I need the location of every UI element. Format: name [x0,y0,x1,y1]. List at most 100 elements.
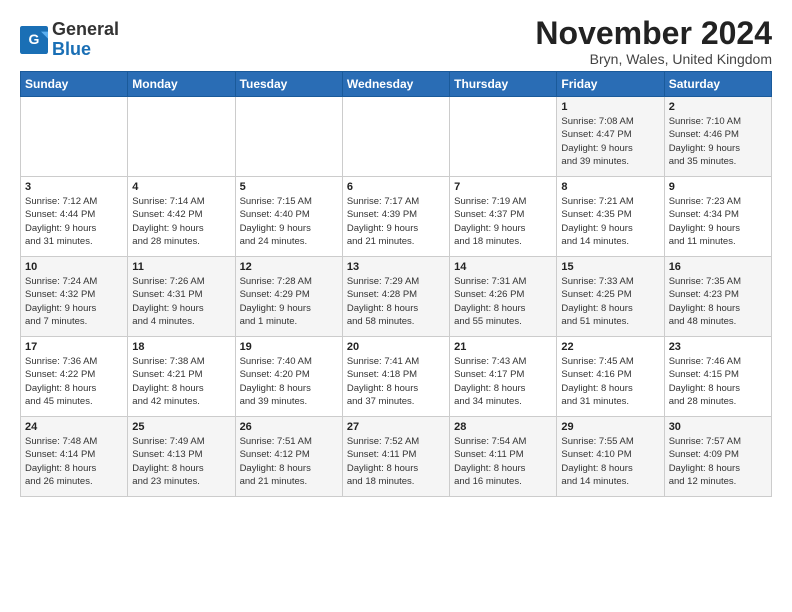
day-number: 19 [240,341,338,353]
calendar-cell: 25Sunrise: 7:49 AMSunset: 4:13 PMDayligh… [128,417,235,497]
day-number: 16 [669,261,767,273]
day-info: Sunrise: 7:51 AMSunset: 4:12 PMDaylight:… [240,435,338,488]
calendar-cell: 22Sunrise: 7:45 AMSunset: 4:16 PMDayligh… [557,337,664,417]
day-info: Sunrise: 7:48 AMSunset: 4:14 PMDaylight:… [25,435,123,488]
day-info: Sunrise: 7:45 AMSunset: 4:16 PMDaylight:… [561,355,659,408]
day-info: Sunrise: 7:57 AMSunset: 4:09 PMDaylight:… [669,435,767,488]
day-number: 24 [25,421,123,433]
day-info: Sunrise: 7:40 AMSunset: 4:20 PMDaylight:… [240,355,338,408]
day-info: Sunrise: 7:08 AMSunset: 4:47 PMDaylight:… [561,115,659,168]
day-info: Sunrise: 7:10 AMSunset: 4:46 PMDaylight:… [669,115,767,168]
day-info: Sunrise: 7:38 AMSunset: 4:21 PMDaylight:… [132,355,230,408]
calendar-cell: 29 Sunrise: 7:55 AMSunset: 4:10 PMDayligh… [557,417,664,497]
day-info: Sunrise: 7:31 AMSunset: 4:26 PMDaylight:… [454,275,552,328]
day-number: 4 [132,181,230,193]
day-info: Sunrise: 7:33 AMSunset: 4:25 PMDaylight:… [561,275,659,328]
logo-line2: Blue [52,40,119,60]
day-number: 20 [347,341,445,353]
day-number: 15 [561,261,659,273]
month-title: November 2024 [535,16,772,51]
calendar-cell: 15 Sunrise: 7:33 AMSunset: 4:25 PMDayligh… [557,257,664,337]
day-number: 26 [240,421,338,433]
calendar-cell: 26 Sunrise: 7:51 AMSunset: 4:12 PMDayligh… [235,417,342,497]
day-info: Sunrise: 7:14 AMSunset: 4:42 PMDaylight:… [132,195,230,248]
day-info: Sunrise: 7:36 AMSunset: 4:22 PMDaylight:… [25,355,123,408]
calendar-table: SundayMondayTuesdayWednesdayThursdayFrid… [20,71,772,497]
day-info: Sunrise: 7:21 AMSunset: 4:35 PMDaylight:… [561,195,659,248]
header-day-sunday: Sunday [21,72,128,97]
calendar-cell: 20 Sunrise: 7:41 AMSunset: 4:18 PMDayligh… [342,337,449,417]
day-number: 12 [240,261,338,273]
calendar-cell: 14Sunrise: 7:31 AMSunset: 4:26 PMDayligh… [450,257,557,337]
day-number: 3 [25,181,123,193]
day-number: 6 [347,181,445,193]
calendar-cell: 12Sunrise: 7:28 AMSunset: 4:29 PMDayligh… [235,257,342,337]
logo-line1: General [52,20,119,40]
header-day-friday: Friday [557,72,664,97]
day-info: Sunrise: 7:55 AMSunset: 4:10 PMDaylight:… [561,435,659,488]
calendar-cell: 21Sunrise: 7:43 AMSunset: 4:17 PMDayligh… [450,337,557,417]
day-info: Sunrise: 7:23 AMSunset: 4:34 PMDaylight:… [669,195,767,248]
header-day-saturday: Saturday [664,72,771,97]
page: G General Blue November 2024 Bryn, Wales… [0,0,792,507]
day-number: 1 [561,101,659,113]
day-info: Sunrise: 7:15 AMSunset: 4:40 PMDaylight:… [240,195,338,248]
day-number: 18 [132,341,230,353]
calendar-cell: 13 Sunrise: 7:29 AMSunset: 4:28 PMDayligh… [342,257,449,337]
day-number: 17 [25,341,123,353]
calendar-cell: 17 Sunrise: 7:36 AMSunset: 4:22 PMDayligh… [21,337,128,417]
day-info: Sunrise: 7:24 AMSunset: 4:32 PMDaylight:… [25,275,123,328]
calendar-cell [450,97,557,177]
calendar-cell: 2 Sunrise: 7:10 AMSunset: 4:46 PMDaylight… [664,97,771,177]
day-number: 5 [240,181,338,193]
calendar-cell [21,97,128,177]
week-row-3: 10 Sunrise: 7:24 AMSunset: 4:32 PMDayligh… [21,257,772,337]
day-number: 30 [669,421,767,433]
day-number: 7 [454,181,552,193]
day-info: Sunrise: 7:35 AMSunset: 4:23 PMDaylight:… [669,275,767,328]
day-info: Sunrise: 7:26 AMSunset: 4:31 PMDaylight:… [132,275,230,328]
calendar-cell: 9 Sunrise: 7:23 AMSunset: 4:34 PMDaylight… [664,177,771,257]
week-row-2: 3Sunrise: 7:12 AMSunset: 4:44 PMDaylight… [21,177,772,257]
calendar-cell: 27Sunrise: 7:52 AMSunset: 4:11 PMDayligh… [342,417,449,497]
day-number: 23 [669,341,767,353]
day-number: 11 [132,261,230,273]
calendar-cell: 1 Sunrise: 7:08 AMSunset: 4:47 PMDaylight… [557,97,664,177]
calendar-cell: 11 Sunrise: 7:26 AMSunset: 4:31 PMDayligh… [128,257,235,337]
day-info: Sunrise: 7:54 AMSunset: 4:11 PMDaylight:… [454,435,552,488]
day-info: Sunrise: 7:17 AMSunset: 4:39 PMDaylight:… [347,195,445,248]
day-number: 28 [454,421,552,433]
calendar-cell: 24 Sunrise: 7:48 AMSunset: 4:14 PMDayligh… [21,417,128,497]
calendar-cell: 19 Sunrise: 7:40 AMSunset: 4:20 PMDayligh… [235,337,342,417]
header-day-wednesday: Wednesday [342,72,449,97]
day-number: 2 [669,101,767,113]
calendar-cell: 6 Sunrise: 7:17 AMSunset: 4:39 PMDaylight… [342,177,449,257]
header: G General Blue November 2024 Bryn, Wales… [20,16,772,67]
calendar-cell: 18 Sunrise: 7:38 AMSunset: 4:21 PMDayligh… [128,337,235,417]
logo-icon: G [20,26,48,54]
day-info: Sunrise: 7:49 AMSunset: 4:13 PMDaylight:… [132,435,230,488]
day-number: 8 [561,181,659,193]
calendar-cell [235,97,342,177]
week-row-4: 17 Sunrise: 7:36 AMSunset: 4:22 PMDayligh… [21,337,772,417]
day-number: 13 [347,261,445,273]
calendar-cell: 7 Sunrise: 7:19 AMSunset: 4:37 PMDaylight… [450,177,557,257]
day-info: Sunrise: 7:29 AMSunset: 4:28 PMDaylight:… [347,275,445,328]
calendar-cell: 4 Sunrise: 7:14 AMSunset: 4:42 PMDaylight… [128,177,235,257]
day-info: Sunrise: 7:19 AMSunset: 4:37 PMDaylight:… [454,195,552,248]
calendar-cell: 10 Sunrise: 7:24 AMSunset: 4:32 PMDayligh… [21,257,128,337]
calendar-cell: 28 Sunrise: 7:54 AMSunset: 4:11 PMDayligh… [450,417,557,497]
header-row: SundayMondayTuesdayWednesdayThursdayFrid… [21,72,772,97]
day-number: 10 [25,261,123,273]
header-day-tuesday: Tuesday [235,72,342,97]
day-info: Sunrise: 7:46 AMSunset: 4:15 PMDaylight:… [669,355,767,408]
day-number: 27 [347,421,445,433]
day-number: 29 [561,421,659,433]
location: Bryn, Wales, United Kingdom [535,51,772,67]
logo: G General Blue [20,20,119,60]
week-row-5: 24 Sunrise: 7:48 AMSunset: 4:14 PMDayligh… [21,417,772,497]
day-info: Sunrise: 7:41 AMSunset: 4:18 PMDaylight:… [347,355,445,408]
day-number: 9 [669,181,767,193]
header-day-monday: Monday [128,72,235,97]
calendar-cell: 23 Sunrise: 7:46 AMSunset: 4:15 PMDayligh… [664,337,771,417]
